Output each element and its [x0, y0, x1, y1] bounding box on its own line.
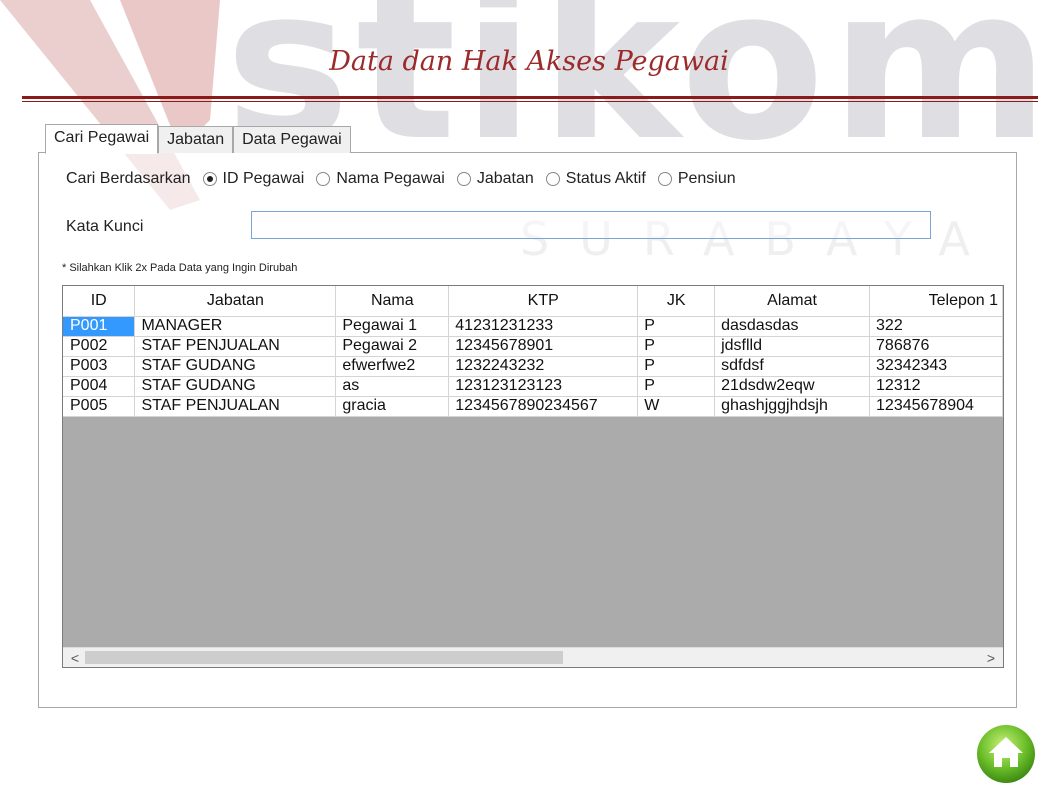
table-header-row: ID Jabatan Nama KTP JK Alamat Telepon 1: [63, 286, 1003, 317]
radio-pensiun[interactable]: Pensiun: [657, 170, 736, 188]
cell-jk[interactable]: P: [637, 356, 716, 377]
cell-telepon[interactable]: 786876: [869, 336, 1003, 357]
scroll-right-icon[interactable]: >: [981, 648, 1001, 667]
cell-nama[interactable]: as: [335, 376, 450, 397]
search-input[interactable]: [251, 211, 931, 239]
title-divider-thin: [22, 101, 1038, 102]
cell-alamat[interactable]: 21dsdw2eqw: [714, 376, 871, 397]
radio-label: ID Pegawai: [222, 170, 305, 187]
cell-ktp[interactable]: 123123123123: [448, 376, 639, 397]
cell-ktp[interactable]: 1232243232: [448, 356, 639, 377]
employee-grid[interactable]: ID Jabatan Nama KTP JK Alamat Telepon 1 …: [62, 285, 1004, 668]
column-header-ktp[interactable]: KTP: [448, 286, 639, 317]
radio-label: Jabatan: [476, 170, 534, 187]
home-button[interactable]: [975, 723, 1037, 785]
table-row[interactable]: P001 MANAGER Pegawai 1 41231231233 P das…: [63, 316, 1003, 337]
cell-id[interactable]: P004: [63, 376, 136, 397]
scroll-left-icon[interactable]: <: [65, 648, 85, 667]
column-header-nama[interactable]: Nama: [335, 286, 450, 317]
cell-telepon[interactable]: 32342343: [869, 356, 1003, 377]
cell-nama[interactable]: gracia: [335, 396, 450, 417]
table-row[interactable]: P004 STAF GUDANG as 123123123123 P 21dsd…: [63, 376, 1003, 397]
cell-jabatan[interactable]: STAF PENJUALAN: [134, 336, 337, 357]
search-label: Kata Kunci: [66, 218, 144, 235]
column-header-alamat[interactable]: Alamat: [714, 286, 871, 317]
radio-id-pegawai[interactable]: ID Pegawai: [202, 170, 305, 188]
filter-row: Cari Berdasarkan ID Pegawai Nama Pegawai…: [66, 170, 748, 188]
hint-text: * Silahkan Klik 2x Pada Data yang Ingin …: [62, 262, 298, 274]
cell-id[interactable]: P005: [63, 396, 136, 417]
cell-telepon[interactable]: 322: [869, 316, 1003, 337]
cell-jk[interactable]: W: [637, 396, 716, 417]
filter-label: Cari Berdasarkan: [66, 170, 191, 187]
cell-jabatan[interactable]: STAF PENJUALAN: [134, 396, 337, 417]
column-header-jk[interactable]: JK: [637, 286, 716, 317]
cell-jk[interactable]: P: [637, 336, 716, 357]
cell-alamat[interactable]: sdfdsf: [714, 356, 871, 377]
cell-telepon[interactable]: 12312: [869, 376, 1003, 397]
column-header-id[interactable]: ID: [63, 286, 136, 317]
title-divider: [22, 96, 1038, 99]
radio-unchecked-icon: [456, 172, 471, 186]
home-icon: [977, 725, 1035, 783]
cell-jk[interactable]: P: [637, 316, 716, 337]
cell-jabatan[interactable]: STAF GUDANG: [134, 356, 337, 377]
cell-nama[interactable]: efwerfwe2: [335, 356, 450, 377]
table-row[interactable]: P003 STAF GUDANG efwerfwe2 1232243232 P …: [63, 356, 1003, 377]
cell-id[interactable]: P002: [63, 336, 136, 357]
cell-jabatan[interactable]: STAF GUDANG: [134, 376, 337, 397]
horizontal-scrollbar[interactable]: < >: [63, 647, 1003, 667]
cell-jabatan[interactable]: MANAGER: [134, 316, 337, 337]
cell-ktp[interactable]: 12345678901: [448, 336, 639, 357]
cell-ktp[interactable]: 1234567890234567: [448, 396, 639, 417]
radio-label: Status Aktif: [565, 170, 646, 187]
cell-alamat[interactable]: ghashjggjhdsjh: [714, 396, 871, 417]
tab-cari-pegawai[interactable]: Cari Pegawai: [45, 124, 159, 154]
radio-jabatan[interactable]: Jabatan: [456, 170, 534, 188]
cell-ktp[interactable]: 41231231233: [448, 316, 639, 337]
table-row[interactable]: P005 STAF PENJUALAN gracia 1234567890234…: [63, 396, 1003, 417]
column-header-telepon[interactable]: Telepon 1: [869, 286, 1003, 317]
cell-id[interactable]: P001: [63, 316, 136, 337]
tab-bar: Cari Pegawai Jabatan Data Pegawai: [45, 124, 351, 154]
tab-jabatan[interactable]: Jabatan: [158, 126, 234, 153]
radio-status-aktif[interactable]: Status Aktif: [545, 170, 646, 188]
radio-checked-icon: [202, 172, 217, 186]
radio-unchecked-icon: [657, 172, 672, 186]
cell-id[interactable]: P003: [63, 356, 136, 377]
page-title: Data dan Hak Akses Pegawai: [329, 46, 729, 77]
table-row[interactable]: P002 STAF PENJUALAN Pegawai 2 1234567890…: [63, 336, 1003, 357]
radio-nama-pegawai[interactable]: Nama Pegawai: [316, 170, 445, 188]
cell-alamat[interactable]: dasdasdas: [714, 316, 871, 337]
cell-nama[interactable]: Pegawai 2: [335, 336, 450, 357]
scrollbar-thumb[interactable]: [85, 651, 563, 664]
radio-unchecked-icon: [545, 172, 560, 186]
radio-label: Nama Pegawai: [336, 170, 445, 187]
cell-jk[interactable]: P: [637, 376, 716, 397]
radio-label: Pensiun: [677, 170, 736, 187]
employee-table: ID Jabatan Nama KTP JK Alamat Telepon 1 …: [63, 286, 1003, 417]
cell-alamat[interactable]: jdsflld: [714, 336, 871, 357]
column-header-jabatan[interactable]: Jabatan: [134, 286, 337, 317]
tab-data-pegawai[interactable]: Data Pegawai: [233, 126, 351, 153]
radio-unchecked-icon: [316, 172, 331, 186]
cell-nama[interactable]: Pegawai 1: [335, 316, 450, 337]
cell-telepon[interactable]: 12345678904: [869, 396, 1003, 417]
